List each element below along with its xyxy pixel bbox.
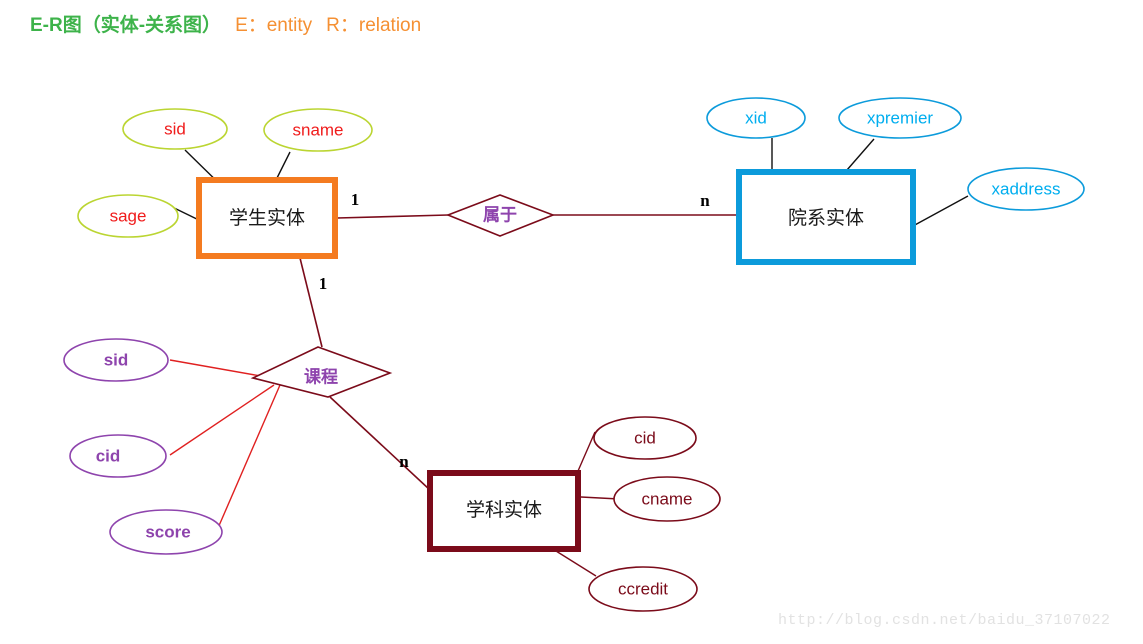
belongs-to-relation-label: 属于 [483, 205, 517, 224]
attribute-cname[interactable]: cname [613, 476, 721, 522]
attribute-course-sid-label: sid [104, 350, 129, 369]
attribute-sname-label: sname [292, 120, 343, 139]
connector-student-course [299, 257, 323, 348]
attribute-sid[interactable]: sid [122, 108, 228, 150]
watermark-url: http://blog.csdn.net/baidu_37107022 [778, 612, 1111, 629]
attribute-xaddress-label: xaddress [992, 179, 1061, 198]
connector-sid-course [169, 359, 273, 379]
connector-course-subject [329, 396, 431, 491]
cardinality-student-course: 1 [319, 274, 328, 293]
cardinality-dept-belongs: n [700, 191, 710, 210]
connector-student-belongs [336, 214, 449, 219]
belongs-to-relation[interactable]: 属于 [445, 194, 556, 237]
student-entity-label: 学生实体 [229, 207, 305, 229]
cardinality-subject-course: n [399, 452, 409, 471]
attribute-xpremier[interactable]: xpremier [838, 97, 962, 139]
attribute-ccredit[interactable]: ccredit [588, 566, 698, 612]
course-relation[interactable]: 课程 [250, 346, 393, 398]
attribute-sname[interactable]: sname [263, 108, 373, 152]
er-diagram-canvas: E-R图（实体-关系图） E：entity R：relation 学生实体 si… [0, 0, 1143, 644]
department-entity-label: 院系实体 [788, 207, 864, 229]
connector-score-course [217, 384, 281, 529]
er-svg: 学生实体 sid sname sage 属于 院系实体 xid xpremier… [63, 97, 1085, 612]
attribute-xid[interactable]: xid [706, 97, 806, 139]
attribute-ccredit-label: ccredit [618, 579, 668, 598]
attribute-xpremier-label: xpremier [867, 108, 933, 127]
attribute-cid-label: cid [634, 428, 656, 447]
attribute-sage-label: sage [110, 206, 147, 225]
subject-entity-label: 学科实体 [466, 499, 542, 521]
attribute-course-score-label: score [145, 522, 190, 541]
connector-ccredit-subject [555, 550, 597, 577]
subject-entity[interactable]: 学科实体 [427, 470, 581, 552]
attribute-course-sid[interactable]: sid [63, 338, 169, 382]
attribute-xid-label: xid [745, 108, 767, 127]
student-entity[interactable]: 学生实体 [196, 177, 338, 259]
attribute-cid[interactable]: cid [593, 416, 697, 460]
attribute-xaddress[interactable]: xaddress [967, 167, 1085, 211]
attribute-cname-label: cname [641, 489, 692, 508]
connector-cid-subject [577, 431, 596, 472]
attribute-course-score[interactable]: score [109, 509, 223, 555]
attribute-sage[interactable]: sage [77, 194, 179, 238]
attribute-sid-label: sid [164, 119, 186, 138]
course-relation-label: 课程 [304, 367, 338, 386]
attribute-course-cid-label: cid [96, 446, 121, 465]
cardinality-student-belongs: 1 [351, 190, 360, 209]
department-entity[interactable]: 院系实体 [736, 169, 916, 265]
connector-cid-course [169, 384, 275, 456]
attribute-course-cid[interactable]: cid [69, 434, 167, 478]
